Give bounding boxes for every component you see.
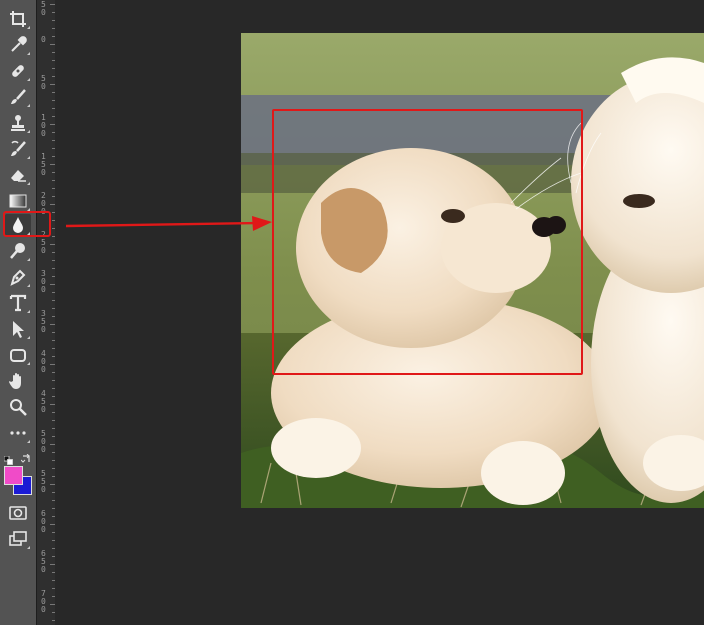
ruler-label: 400 (41, 349, 46, 374)
eyedropper-icon[interactable] (5, 34, 31, 56)
annotation-arrow (66, 216, 272, 231)
ruler-label: 300 (41, 269, 46, 294)
pen-icon[interactable] (5, 266, 31, 288)
ruler-label: 550 (41, 469, 46, 494)
ruler-label: 700 (41, 589, 46, 614)
eraser-icon[interactable] (5, 164, 31, 186)
foreground-color-swatch[interactable] (4, 466, 23, 485)
type-icon[interactable] (5, 292, 31, 314)
brush-icon[interactable] (5, 86, 31, 108)
annotation-rectangle (272, 109, 583, 375)
ruler-label: 350 (41, 309, 46, 334)
ruler-label: 50 (41, 74, 46, 91)
clone-stamp-icon[interactable] (5, 112, 31, 134)
default-colors-icon[interactable] (3, 450, 13, 465)
ruler-label: 100 (41, 113, 46, 138)
history-brush-icon[interactable] (5, 138, 31, 160)
tool-highlight-box (3, 211, 51, 237)
ruler-label: 650 (41, 549, 46, 574)
ruler-label: 150 (41, 152, 46, 177)
ruler-label: 0 (41, 35, 46, 44)
zoom-icon[interactable] (5, 396, 31, 418)
screen-mode-icon[interactable] (5, 528, 31, 550)
ruler-label: 500 (41, 429, 46, 454)
more-tools-icon[interactable] (5, 422, 31, 444)
rectangle-shape-icon[interactable] (5, 344, 31, 366)
ruler-label: 50 (41, 0, 46, 17)
dodge-icon[interactable] (5, 240, 31, 262)
ruler-label: 450 (41, 389, 46, 414)
gradient-icon[interactable] (5, 190, 31, 212)
swap-colors-icon[interactable] (20, 449, 31, 463)
crop-icon[interactable] (5, 8, 31, 30)
hand-icon[interactable] (5, 370, 31, 392)
quick-mask-icon[interactable] (5, 502, 31, 524)
ruler-label: 600 (41, 509, 46, 534)
tools-panel (0, 0, 36, 625)
path-selection-icon[interactable] (5, 318, 31, 340)
healing-brush-icon[interactable] (5, 60, 31, 82)
vertical-ruler[interactable]: 50 0 50 100 150 200 250 300 350 400 450 … (36, 0, 56, 625)
